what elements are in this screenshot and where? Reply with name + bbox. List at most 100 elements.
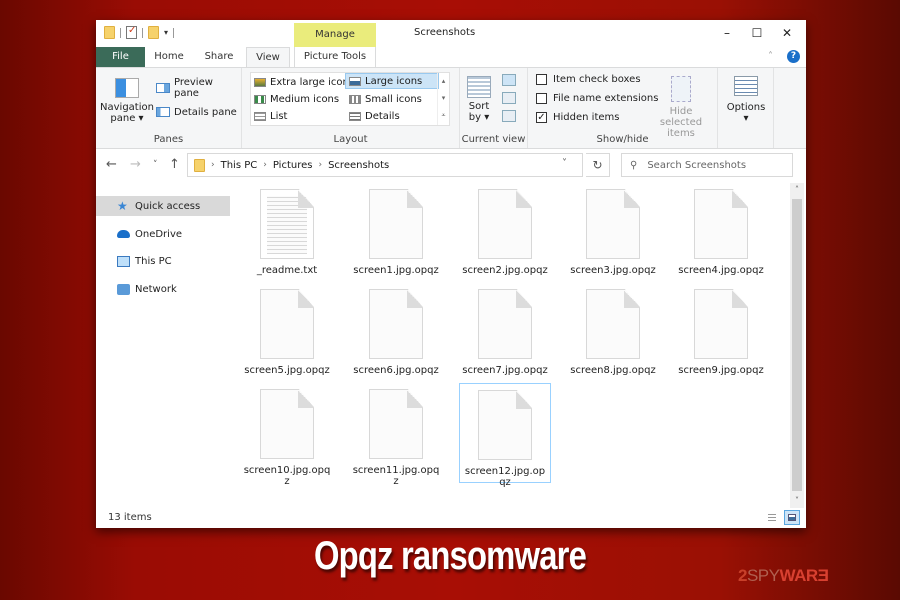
text-file-icon <box>260 189 314 259</box>
tab-home[interactable]: Home <box>146 47 192 67</box>
folder-icon[interactable] <box>104 26 115 39</box>
layout-large-icons[interactable]: Large icons <box>345 73 439 89</box>
layout-extra-large-icons[interactable]: Extra large icons <box>251 74 357 90</box>
nav-item-label: OneDrive <box>135 228 183 240</box>
scrollbar-thumb[interactable] <box>792 199 802 491</box>
group-by-icon[interactable] <box>502 74 516 86</box>
toolbar-separator <box>142 27 143 38</box>
tab-manage[interactable]: Manage <box>294 23 376 47</box>
options-button[interactable]: Options ▾ <box>722 76 770 124</box>
search-input[interactable]: ⚲ Search Screenshots <box>621 153 793 177</box>
add-columns-icon[interactable] <box>502 92 516 104</box>
blank-file-icon <box>478 289 532 359</box>
file-item[interactable]: screen4.jpg.opqz <box>675 183 767 283</box>
file-name-extensions-checkbox[interactable] <box>536 93 547 104</box>
close-button[interactable]: ✕ <box>772 23 802 43</box>
file-list: _readme.txt screen1.jpg.opqz screen2.jpg.o… <box>241 183 789 503</box>
nav-item-onedrive[interactable]: OneDrive <box>96 224 230 244</box>
tab-view[interactable]: View <box>246 47 290 67</box>
breadcrumb-separator: › <box>263 160 267 170</box>
breadcrumb-screenshots[interactable]: Screenshots <box>328 160 389 171</box>
brand-logo: 2SPYWARƎ <box>738 566 829 586</box>
details-view-toggle[interactable] <box>764 510 780 525</box>
layout-list[interactable]: List <box>251 108 290 124</box>
help-icon[interactable]: ? <box>787 50 800 63</box>
up-button[interactable]: ↑ <box>169 157 180 172</box>
refresh-button[interactable]: ↻ <box>586 153 610 177</box>
forward-button[interactable]: → <box>130 157 141 172</box>
nav-item-label: Quick access <box>135 200 201 212</box>
address-bar[interactable]: › This PC › Pictures › Screenshots <box>187 153 583 177</box>
customize-toolbar-icon[interactable]: ▾ <box>164 28 168 37</box>
brand-part: 2 <box>738 566 747 585</box>
recent-locations-icon[interactable]: ˅ <box>153 160 158 170</box>
hidden-items-toggle[interactable]: ✓ Hidden items <box>536 112 619 123</box>
options-label: Options <box>726 102 766 113</box>
layout-small-icons[interactable]: Small icons <box>346 91 425 107</box>
tab-share[interactable]: Share <box>196 47 242 67</box>
details-pane-button[interactable]: Details pane <box>156 104 237 120</box>
nav-item-this-pc[interactable]: This PC <box>96 251 230 271</box>
layout-gallery-scroll[interactable]: ▴ ▾ ⩡ <box>437 73 449 125</box>
layout-details[interactable]: Details <box>346 108 403 124</box>
file-item[interactable]: screen5.jpg.opqz <box>241 283 333 383</box>
new-folder-icon[interactable] <box>148 26 159 39</box>
breadcrumb-this-pc[interactable]: This PC <box>221 160 258 171</box>
blank-file-icon <box>694 189 748 259</box>
collapse-ribbon-icon[interactable]: ˄ <box>768 51 773 62</box>
quick-access-toolbar: ▾ <box>104 25 175 39</box>
show-hide-group-label: Show/hide <box>596 134 649 145</box>
back-button[interactable]: ← <box>106 157 117 172</box>
address-dropdown-icon[interactable]: ˅ <box>562 158 567 169</box>
large-icons-icon <box>349 76 361 86</box>
size-columns-icon[interactable] <box>502 110 516 122</box>
layout-option-label: Large icons <box>365 75 423 87</box>
large-icons-view-toggle[interactable] <box>784 510 800 525</box>
file-item[interactable]: _readme.txt <box>241 183 333 283</box>
nav-item-network[interactable]: Network <box>96 279 230 299</box>
sort-by-label: Sort by <box>468 101 490 123</box>
layout-medium-icons[interactable]: Medium icons <box>251 91 342 107</box>
file-item[interactable]: screen11.jpg.opqz <box>350 383 442 487</box>
options-group: Options ▾ <box>718 68 774 148</box>
file-item[interactable]: screen6.jpg.opqz <box>350 283 442 383</box>
ribbon-tabs: File Home Share View Picture Tools ˄ ? <box>96 47 806 67</box>
maximize-button[interactable]: ☐ <box>742 23 772 43</box>
details-pane-label: Details pane <box>174 106 237 118</box>
file-item[interactable]: screen3.jpg.opqz <box>567 183 659 283</box>
file-name: screen7.jpg.opqz <box>462 365 548 376</box>
scroll-down-icon[interactable]: ˅ <box>790 494 804 508</box>
preview-pane-button[interactable]: Preview pane <box>156 77 241 99</box>
file-item[interactable]: screen2.jpg.opqz <box>459 183 551 283</box>
search-icon: ⚲ <box>630 159 638 171</box>
file-item[interactable]: screen1.jpg.opqz <box>350 183 442 283</box>
sort-icon <box>467 76 491 98</box>
file-name: screen10.jpg.opqz <box>243 465 331 487</box>
item-check-boxes-label: Item check boxes <box>553 74 641 85</box>
item-check-boxes-checkbox[interactable] <box>536 74 547 85</box>
nav-item-quick-access[interactable]: ★ Quick access <box>96 196 230 216</box>
file-explorer-window: ▾ Manage Screenshots – ☐ ✕ File Home Sha… <box>96 20 806 528</box>
item-check-boxes-toggle[interactable]: Item check boxes <box>536 74 641 85</box>
hide-selected-items-button[interactable]: Hide selected items <box>650 76 712 139</box>
status-bar: 13 items <box>96 508 806 528</box>
minimize-button[interactable]: – <box>712 23 742 43</box>
file-item[interactable]: screen7.jpg.opqz <box>459 283 551 383</box>
layout-option-label: Small icons <box>365 93 422 105</box>
file-name-extensions-toggle[interactable]: File name extensions <box>536 93 658 104</box>
file-item[interactable]: screen12.jpg.opqz <box>459 383 551 488</box>
navigation-pane-button[interactable]: Navigation pane ▾ <box>100 78 154 124</box>
breadcrumb-pictures[interactable]: Pictures <box>273 160 313 171</box>
tab-file[interactable]: File <box>96 47 145 67</box>
sort-by-button[interactable]: Sort by ▾ <box>464 76 494 123</box>
file-item[interactable]: screen9.jpg.opqz <box>675 283 767 383</box>
properties-icon[interactable] <box>126 25 137 39</box>
scroll-up-icon[interactable]: ˄ <box>790 183 804 197</box>
file-item[interactable]: screen10.jpg.opqz <box>241 383 333 487</box>
vertical-scrollbar[interactable]: ˄ ˅ <box>790 183 804 508</box>
file-name: _readme.txt <box>256 265 318 276</box>
tab-picture-tools[interactable]: Picture Tools <box>294 47 376 67</box>
hidden-items-checkbox[interactable]: ✓ <box>536 112 547 123</box>
layout-option-label: List <box>270 110 288 122</box>
file-item[interactable]: screen8.jpg.opqz <box>567 283 659 383</box>
